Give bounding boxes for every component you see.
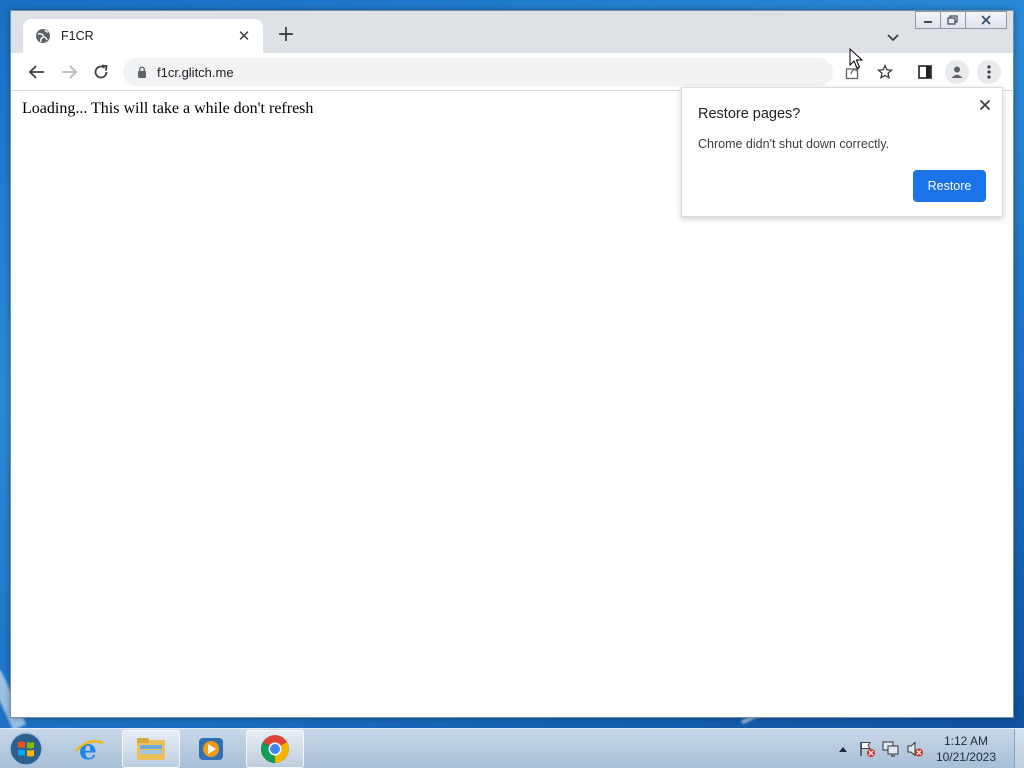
- volume-muted-icon: [907, 741, 923, 757]
- caret-up-icon: [838, 747, 847, 752]
- taskbar-media-player[interactable]: [182, 730, 240, 768]
- profile-avatar-icon: [951, 66, 963, 78]
- taskbar-google-chrome[interactable]: [246, 730, 304, 768]
- internet-explorer-icon: e: [75, 733, 104, 765]
- side-panel-button[interactable]: [913, 60, 937, 84]
- action-center-flag-icon: [860, 742, 875, 757]
- start-button[interactable]: [6, 730, 46, 768]
- dialog-close-icon[interactable]: [976, 96, 994, 114]
- show-desktop-button[interactable]: [1014, 729, 1024, 768]
- close-icon: [981, 15, 991, 25]
- forward-arrow-icon: [62, 65, 78, 79]
- profile-button[interactable]: [945, 60, 969, 84]
- address-bar[interactable]: f1cr.glitch.me: [123, 58, 833, 86]
- tab-close-icon[interactable]: ✕: [235, 27, 253, 45]
- restore-button[interactable]: Restore: [913, 170, 986, 202]
- restore-window-icon: [947, 15, 958, 25]
- tab-search-chevron-icon[interactable]: [883, 27, 903, 47]
- mouse-cursor-icon: [849, 48, 863, 69]
- side-panel-icon: [918, 65, 932, 79]
- close-window-button[interactable]: [965, 11, 1007, 29]
- windows-start-orb-icon: [9, 732, 43, 766]
- taskbar-windows-explorer[interactable]: [122, 730, 180, 768]
- taskbar-internet-explorer[interactable]: e: [60, 730, 118, 768]
- restore-pages-dialog: Restore pages? Chrome didn't shut down c…: [681, 87, 1003, 217]
- reload-button[interactable]: [89, 60, 113, 84]
- bookmark-button[interactable]: [873, 60, 897, 84]
- maximize-button[interactable]: [940, 11, 966, 29]
- back-button[interactable]: [25, 60, 49, 84]
- media-player-icon: [199, 738, 223, 760]
- tab-f1cr[interactable]: F1CR ✕: [23, 19, 263, 53]
- chrome-icon: [261, 735, 289, 763]
- loading-message: Loading... This will take a while don't …: [22, 100, 314, 117]
- dialog-title: Restore pages?: [698, 106, 801, 122]
- dialog-message: Chrome didn't shut down correctly.: [698, 137, 890, 151]
- new-tab-button[interactable]: +: [275, 24, 297, 47]
- show-hidden-icons-button[interactable]: [834, 740, 852, 758]
- globe-icon: [36, 29, 50, 43]
- action-center-flag[interactable]: [858, 740, 876, 758]
- minimize-icon: [924, 21, 932, 23]
- tab-strip: F1CR ✕ +: [11, 11, 1013, 53]
- forward-button[interactable]: [57, 60, 81, 84]
- clock-time: 1:12 AM: [943, 734, 988, 748]
- svg-text:e: e: [79, 733, 97, 765]
- system-tray: 1:12 AM 10/21/2023: [828, 729, 1016, 768]
- volume-control[interactable]: [906, 740, 924, 758]
- chrome-window: F1CR ✕ + f1cr.glitch.me Loading... This …: [10, 10, 1014, 718]
- chrome-menu-button[interactable]: [977, 60, 1001, 84]
- network-status[interactable]: [882, 740, 900, 758]
- reload-icon: [94, 64, 108, 79]
- folder-icon: [137, 738, 165, 760]
- three-dots-vertical-icon: [987, 65, 991, 79]
- minimize-button[interactable]: [915, 11, 941, 29]
- network-icon: [882, 741, 899, 757]
- clock-date: 10/21/2023: [935, 750, 996, 764]
- window-controls: [915, 11, 1007, 29]
- tab-title: F1CR: [61, 29, 94, 43]
- star-icon: [877, 64, 893, 80]
- back-arrow-icon: [28, 65, 44, 79]
- lock-icon[interactable]: [137, 66, 147, 78]
- system-clock[interactable]: 1:12 AM 10/21/2023: [936, 733, 996, 765]
- taskbar: e 1:12 AM 10/21/2023: [0, 728, 1024, 768]
- url-text[interactable]: f1cr.glitch.me: [157, 65, 234, 80]
